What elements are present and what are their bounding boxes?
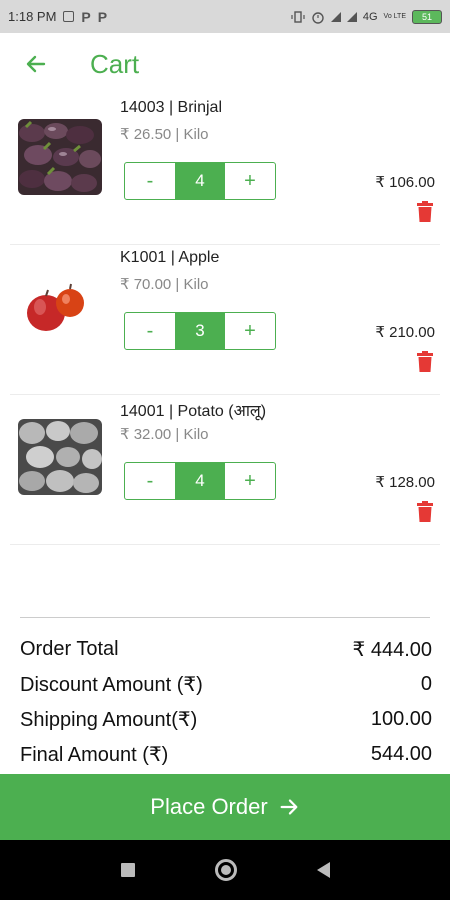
quantity-value: 4 — [175, 463, 225, 499]
item-name: K1001 | Apple — [120, 249, 220, 266]
item-price: ₹ 32.00 | Kilo — [120, 426, 209, 443]
battery-level: 51 — [421, 11, 432, 22]
decrease-quantity-button[interactable]: - — [125, 463, 175, 499]
cart-list: 14003 | Brinjal ₹ 26.50 | Kilo - 4 + ₹ 1… — [0, 95, 450, 545]
cart-item: 14003 | Brinjal ₹ 26.50 | Kilo - 4 + ₹ 1… — [10, 95, 440, 245]
shipping-label: Shipping Amount(₹) — [20, 709, 198, 731]
order-total-label: Order Total — [20, 638, 119, 660]
notification-icon — [63, 11, 75, 22]
quantity-stepper: - 4 + — [124, 462, 276, 500]
apple-image — [18, 269, 102, 345]
delete-item-button[interactable] — [416, 201, 434, 223]
increase-quantity-button[interactable]: + — [225, 313, 275, 349]
cart-item: 14001 | Potato (आलू) ₹ 32.00 | Kilo - 4 … — [10, 395, 440, 545]
signal-icon — [330, 11, 341, 22]
home-icon[interactable] — [214, 859, 237, 881]
arrow-right-icon — [280, 799, 298, 815]
increase-quantity-button[interactable]: + — [225, 163, 275, 199]
status-bar: 1:18 PM P P 4G Vo LTE 51 — [0, 0, 450, 33]
app-bar: Cart — [0, 33, 450, 95]
alarm-icon — [312, 11, 324, 24]
app-notification-icon: P — [81, 8, 91, 25]
app-notification-icon-2: P — [97, 8, 108, 25]
page-title: Cart — [90, 48, 140, 79]
item-name: 14001 | Potato (आलू) — [120, 403, 267, 420]
trash-icon — [417, 501, 433, 522]
decrease-quantity-button[interactable]: - — [125, 163, 175, 199]
order-summary: Order Total ₹ 444.00 Discount Amount (₹)… — [20, 632, 432, 772]
place-order-label: Place Order — [150, 794, 268, 819]
item-price: ₹ 26.50 | Kilo — [120, 126, 209, 143]
item-line-total: ₹ 210.00 — [375, 324, 435, 341]
back-button[interactable] — [18, 46, 54, 82]
recents-icon[interactable] — [120, 863, 135, 877]
quantity-stepper: - 4 + — [124, 162, 276, 200]
brinjal-image — [18, 119, 102, 195]
place-order-button[interactable]: Place Order — [0, 774, 450, 840]
system-nav-bar — [0, 840, 450, 900]
cart-item: K1001 | Apple ₹ 70.00 | Kilo - 3 + ₹ 210… — [10, 245, 440, 395]
increase-quantity-button[interactable]: + — [225, 463, 275, 499]
final-amount-value: 544.00 — [370, 743, 432, 765]
item-name: 14003 | Brinjal — [120, 99, 222, 116]
final-amount-row: Final Amount (₹) 544.00 — [20, 737, 432, 772]
network-type: 4G — [362, 10, 378, 23]
final-amount-label: Final Amount (₹) — [20, 744, 169, 766]
order-total-value: ₹ 444.00 — [352, 639, 432, 661]
quantity-value: 4 — [175, 163, 225, 199]
trash-icon — [417, 351, 433, 372]
item-line-total: ₹ 128.00 — [375, 474, 435, 491]
decrease-quantity-button[interactable]: - — [125, 313, 175, 349]
potato-image — [18, 419, 102, 495]
signal-icon-2 — [346, 11, 357, 22]
shipping-value: 100.00 — [370, 708, 432, 730]
arrow-left-icon — [26, 55, 46, 73]
discount-row: Discount Amount (₹) 0 — [20, 667, 432, 702]
quantity-value: 3 — [175, 313, 225, 349]
volte-label: Vo LTE — [383, 13, 406, 20]
order-total-row: Order Total ₹ 444.00 — [20, 632, 432, 667]
battery-icon: 51 — [412, 9, 442, 24]
system-back-icon[interactable] — [316, 862, 330, 878]
vibrate-icon — [291, 10, 305, 23]
item-line-total: ₹ 106.00 — [375, 174, 435, 191]
discount-label: Discount Amount (₹) — [20, 674, 203, 696]
item-price: ₹ 70.00 | Kilo — [120, 276, 209, 293]
status-time: 1:18 PM — [8, 9, 57, 24]
quantity-stepper: - 3 + — [124, 312, 276, 350]
discount-value: 0 — [420, 673, 432, 695]
delete-item-button[interactable] — [416, 351, 434, 373]
divider — [20, 617, 430, 618]
shipping-row: Shipping Amount(₹) 100.00 — [20, 702, 432, 737]
delete-item-button[interactable] — [416, 501, 434, 523]
trash-icon — [417, 201, 433, 222]
